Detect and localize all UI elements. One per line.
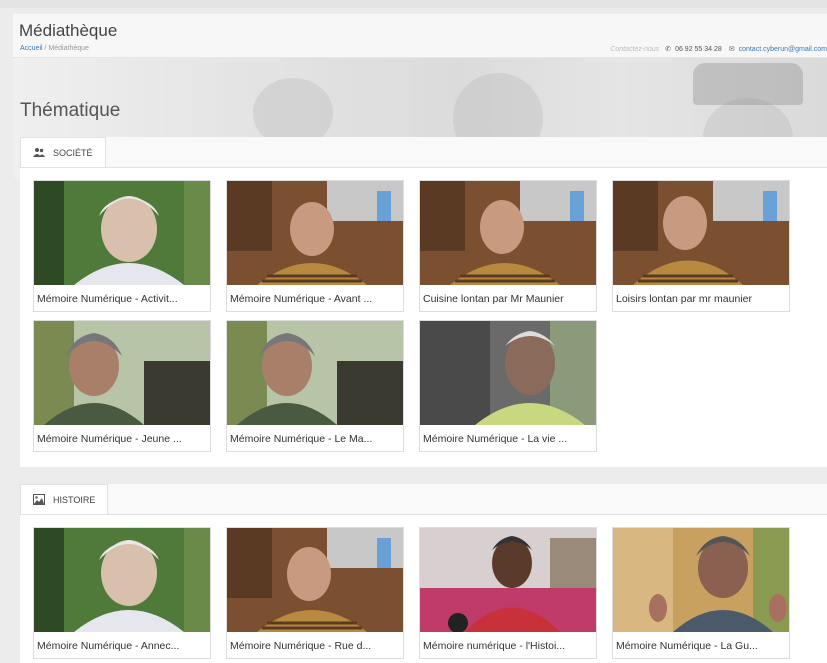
page-header: Médiathèque Accueil / Médiathèque Contac…: [13, 14, 827, 58]
video-card[interactable]: Mémoire Numérique - Jeune ...: [33, 320, 211, 452]
email-link[interactable]: contact.cyberun@gmail.com: [739, 46, 827, 53]
video-thumbnail: [227, 321, 403, 425]
page-title: Médiathèque: [19, 21, 118, 40]
category-panel-histoire: HISTOIRE Mémoire Numérique - Annec... Mé…: [20, 484, 827, 663]
video-thumbnail: [420, 528, 596, 632]
video-card[interactable]: Mémoire Numérique - La Gu...: [612, 527, 790, 659]
video-title: Mémoire numérique - l'Histoi...: [423, 640, 566, 652]
video-card[interactable]: Loisirs lontan par mr maunier: [612, 180, 790, 312]
breadcrumb-home-link[interactable]: Accueil: [20, 45, 43, 52]
phone-icon: ✆: [665, 46, 672, 53]
breadcrumb: Accueil / Médiathèque: [20, 45, 89, 52]
video-title: Mémoire Numérique - Avant ...: [230, 293, 373, 305]
breadcrumb-current: Médiathèque: [48, 45, 89, 52]
video-thumbnail: [34, 528, 210, 632]
video-thumbnail: [34, 321, 210, 425]
users-icon: [33, 148, 45, 157]
video-title: Mémoire Numérique - Annec...: [37, 640, 180, 652]
video-thumbnail: [227, 181, 403, 285]
video-card[interactable]: Cuisine lontan par Mr Maunier: [419, 180, 597, 312]
video-thumbnail: [613, 528, 789, 632]
video-title: Loisirs lontan par mr maunier: [616, 293, 752, 305]
tab-societe[interactable]: SOCIÉTÉ: [20, 137, 106, 167]
video-title: Mémoire Numérique - La vie ...: [423, 433, 568, 445]
phone-number[interactable]: 06 92 55 34 28: [675, 46, 722, 53]
video-card[interactable]: Mémoire Numérique - Rue d...: [226, 527, 404, 659]
top-strip: [0, 0, 827, 8]
video-title: Mémoire Numérique - Activit...: [37, 293, 178, 305]
video-title: Mémoire Numérique - La Gu...: [616, 640, 758, 652]
video-thumbnail: [227, 528, 403, 632]
video-title: Cuisine lontan par Mr Maunier: [423, 293, 564, 305]
video-thumbnail: [34, 181, 210, 285]
video-card[interactable]: Mémoire Numérique - Annec...: [33, 527, 211, 659]
video-title: Mémoire Numérique - Jeune ...: [37, 433, 182, 445]
video-thumbnail: [613, 181, 789, 285]
category-panel-societe: SOCIÉTÉ Mémoire Numérique - Activit... M…: [20, 137, 827, 467]
video-card[interactable]: Mémoire Numérique - Activit...: [33, 180, 211, 312]
video-title: Mémoire Numérique - Rue d...: [230, 640, 372, 652]
breadcrumb-separator: /: [44, 45, 47, 52]
video-grid: Mémoire Numérique - Activit... Mémoire N…: [20, 167, 827, 467]
envelope-icon: ✉: [728, 46, 735, 53]
video-card[interactable]: Mémoire numérique - l'Histoi...: [419, 527, 597, 659]
video-thumbnail: [420, 181, 596, 285]
video-thumbnail: [420, 321, 596, 425]
video-title: Mémoire Numérique - Le Ma...: [230, 433, 373, 445]
video-card[interactable]: Mémoire Numérique - Le Ma...: [226, 320, 404, 452]
video-grid: Mémoire Numérique - Annec... Mémoire Num…: [20, 514, 827, 663]
tab-histoire[interactable]: HISTOIRE: [20, 484, 109, 514]
tab-label: SOCIÉTÉ: [53, 147, 93, 158]
video-card[interactable]: Mémoire Numérique - La vie ...: [419, 320, 597, 452]
contact-label: Contactez-nous: [610, 46, 660, 53]
section-heading: Thématique: [20, 100, 121, 121]
contact-info: Contactez-nous ✆ 06 92 55 34 28 ✉ contac…: [610, 45, 827, 53]
video-card[interactable]: Mémoire Numérique - Avant ...: [226, 180, 404, 312]
tab-label: HISTOIRE: [53, 494, 96, 505]
image-icon: [33, 494, 45, 505]
